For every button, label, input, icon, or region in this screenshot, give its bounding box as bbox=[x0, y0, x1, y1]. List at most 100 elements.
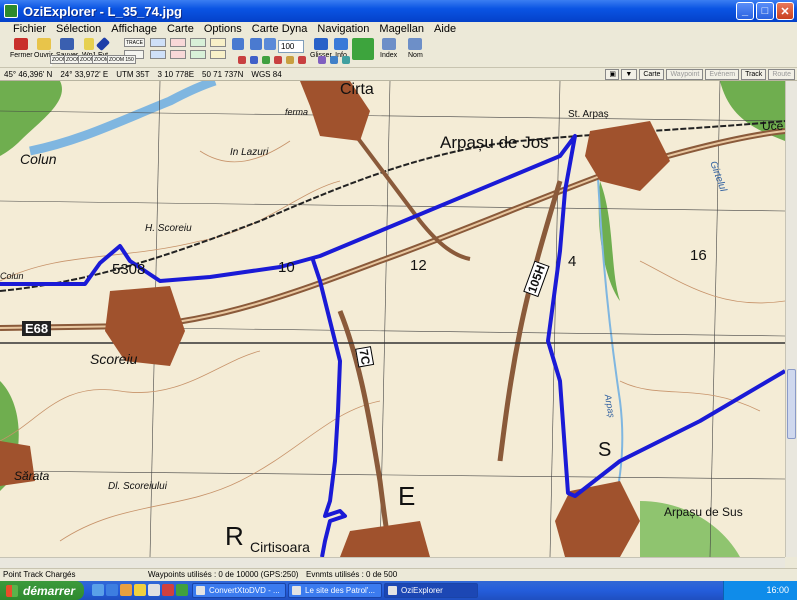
tool-icon-i[interactable] bbox=[342, 56, 350, 64]
zoom-select[interactable]: 100 bbox=[278, 40, 304, 53]
maximize-button[interactable]: □ bbox=[756, 2, 774, 20]
toolbar: Fermer Ouvrir Sauver Wp1 Evt TRACE ZOOM … bbox=[0, 36, 797, 68]
label-7c: 7C bbox=[355, 346, 375, 368]
map-tool-6-button[interactable] bbox=[170, 50, 186, 59]
nom-button[interactable]: Nom bbox=[408, 36, 423, 68]
title-bar: OziExplorer - L_35_74.jpg _ □ ✕ bbox=[0, 0, 797, 22]
magnifier-icon bbox=[232, 38, 244, 50]
zoom-in-icon bbox=[264, 38, 276, 50]
save-view-icon[interactable]: ▼ bbox=[621, 69, 638, 80]
index-button[interactable]: Index bbox=[380, 36, 397, 68]
print-icon[interactable]: ▣ bbox=[605, 69, 620, 80]
menu-options[interactable]: Options bbox=[199, 23, 247, 35]
map-tool-1-button[interactable] bbox=[150, 38, 166, 47]
label-colun-2: Colun bbox=[0, 271, 24, 281]
tool-icon-c[interactable] bbox=[262, 56, 270, 64]
event-icon bbox=[95, 36, 111, 52]
start-button[interactable]: démarrer bbox=[0, 581, 84, 600]
menu-magellan[interactable]: Magellan bbox=[374, 23, 429, 35]
label-r: R bbox=[225, 521, 244, 551]
map-tool-8-button[interactable] bbox=[210, 50, 226, 59]
tool-icon-a[interactable] bbox=[238, 56, 246, 64]
tool-icon-h[interactable] bbox=[330, 56, 338, 64]
label-h-scoreiu: H. Scoreiu bbox=[145, 223, 192, 234]
status-waypoints: Waypoints utilisés : 0 de 10000 (GPS:250… bbox=[148, 570, 299, 579]
status-bar: Point Track Chargés Waypoints utilisés :… bbox=[0, 568, 797, 581]
utm-zone: UTM 35T bbox=[116, 69, 150, 79]
menu-navigation[interactable]: Navigation bbox=[312, 23, 374, 35]
convertxtodvd-icon bbox=[196, 586, 205, 595]
waypoint-icon bbox=[84, 38, 95, 50]
task-convertxtodvd[interactable]: ConvertXtoDVD - ... bbox=[192, 583, 286, 598]
label-12: 12 bbox=[410, 257, 427, 274]
map-horizontal-scrollbar[interactable] bbox=[0, 557, 785, 568]
label-in-lazuri: In Lazuri bbox=[230, 147, 269, 158]
move-button[interactable] bbox=[352, 36, 374, 68]
label-scoreiu: Scoreiu bbox=[90, 351, 138, 367]
minimize-button[interactable]: _ bbox=[736, 2, 754, 20]
map-tool-5-button[interactable] bbox=[150, 50, 166, 59]
tab-track[interactable]: Track bbox=[741, 69, 767, 80]
quicklaunch-ie-icon[interactable] bbox=[106, 584, 118, 596]
ozi-app-icon bbox=[4, 4, 18, 18]
easting: 3 10 778E bbox=[157, 69, 195, 79]
tab-evenements[interactable]: Evénem bbox=[705, 69, 740, 80]
menu-bar: Fichier Sélection Affichage Carte Option… bbox=[0, 22, 797, 36]
menu-carte[interactable]: Carte bbox=[162, 23, 199, 35]
quicklaunch-folder-icon[interactable] bbox=[134, 584, 146, 596]
trace-button[interactable]: TRACE bbox=[124, 38, 145, 47]
map-tool-7-button[interactable] bbox=[190, 50, 206, 59]
quicklaunch-app-icon[interactable] bbox=[148, 584, 160, 596]
label-e: E bbox=[398, 481, 416, 511]
label-cirtisoara: Cirtisoara bbox=[250, 539, 310, 555]
tool-icon-d[interactable] bbox=[274, 56, 282, 64]
menu-selection[interactable]: Sélection bbox=[51, 23, 106, 35]
label-st-arpas: St. Arpaș bbox=[568, 109, 609, 120]
label-s: S bbox=[598, 439, 612, 461]
label-16: 16 bbox=[690, 247, 707, 264]
label-ferma: ferma bbox=[285, 107, 309, 117]
windows-logo-icon bbox=[6, 584, 18, 597]
tab-carte[interactable]: Carte bbox=[639, 69, 665, 80]
task-oziexplorer[interactable]: OziExplorer bbox=[384, 583, 478, 598]
menu-aide[interactable]: Aide bbox=[429, 23, 461, 35]
window-title: OziExplorer - L_35_74.jpg bbox=[23, 3, 182, 19]
label-cirta: Cirta bbox=[340, 81, 374, 98]
tool-icon-b[interactable] bbox=[250, 56, 258, 64]
quicklaunch-app3-icon[interactable] bbox=[176, 584, 188, 596]
map-tool-3-button[interactable] bbox=[190, 38, 206, 47]
vertical-scroll-thumb[interactable] bbox=[787, 369, 796, 439]
map-tool-4-button[interactable] bbox=[210, 38, 226, 47]
map-tool-2-button[interactable] bbox=[170, 38, 186, 47]
close-button[interactable]: ✕ bbox=[776, 2, 794, 20]
zoom-150-button[interactable]: ZOOM 150 bbox=[107, 55, 136, 64]
tab-waypoint[interactable]: Waypoint bbox=[666, 69, 704, 80]
gps-track-branch[interactable] bbox=[310, 256, 347, 557]
map-vertical-scrollbar[interactable] bbox=[785, 81, 797, 557]
label-colun: Colun bbox=[20, 151, 57, 167]
tool-icon-f[interactable] bbox=[298, 56, 306, 64]
windows-taskbar: démarrer ConvertXtoDVD - ... Le site des… bbox=[0, 581, 797, 600]
menu-affichage[interactable]: Affichage bbox=[106, 23, 162, 35]
village-cirtisoara bbox=[340, 521, 430, 557]
label-sarata: Sărata bbox=[14, 469, 50, 483]
find-icon bbox=[250, 38, 262, 50]
tab-route[interactable]: Route bbox=[768, 69, 795, 80]
task-patrol-site[interactable]: Le site des Patrol'... bbox=[288, 583, 382, 598]
clock[interactable]: 16:00 bbox=[766, 585, 789, 595]
tool-icon-g[interactable] bbox=[318, 56, 326, 64]
label-5308: 5308 bbox=[112, 261, 146, 278]
quicklaunch-desktop-icon[interactable] bbox=[92, 584, 104, 596]
quicklaunch-app2-icon[interactable] bbox=[162, 584, 174, 596]
list-tabs: ▣ ▼ Carte Waypoint Evénem Track Route bbox=[605, 69, 795, 80]
map-view[interactable]: Cirta ferma St. Arpaș Uce Arpașu de Jos … bbox=[0, 81, 785, 557]
tool-icon-e[interactable] bbox=[286, 56, 294, 64]
menu-fichier[interactable]: Fichier bbox=[8, 23, 51, 35]
datum: WGS 84 bbox=[251, 69, 282, 79]
label-arpasu-de-sus: Arpașu de Sus bbox=[664, 505, 743, 519]
fermer-button[interactable]: Fermer bbox=[10, 36, 33, 68]
menu-carte-dyna[interactable]: Carte Dyna bbox=[247, 23, 313, 35]
northing: 50 71 737N bbox=[202, 69, 244, 79]
ozi-task-icon bbox=[388, 586, 397, 595]
quicklaunch-media-icon[interactable] bbox=[120, 584, 132, 596]
